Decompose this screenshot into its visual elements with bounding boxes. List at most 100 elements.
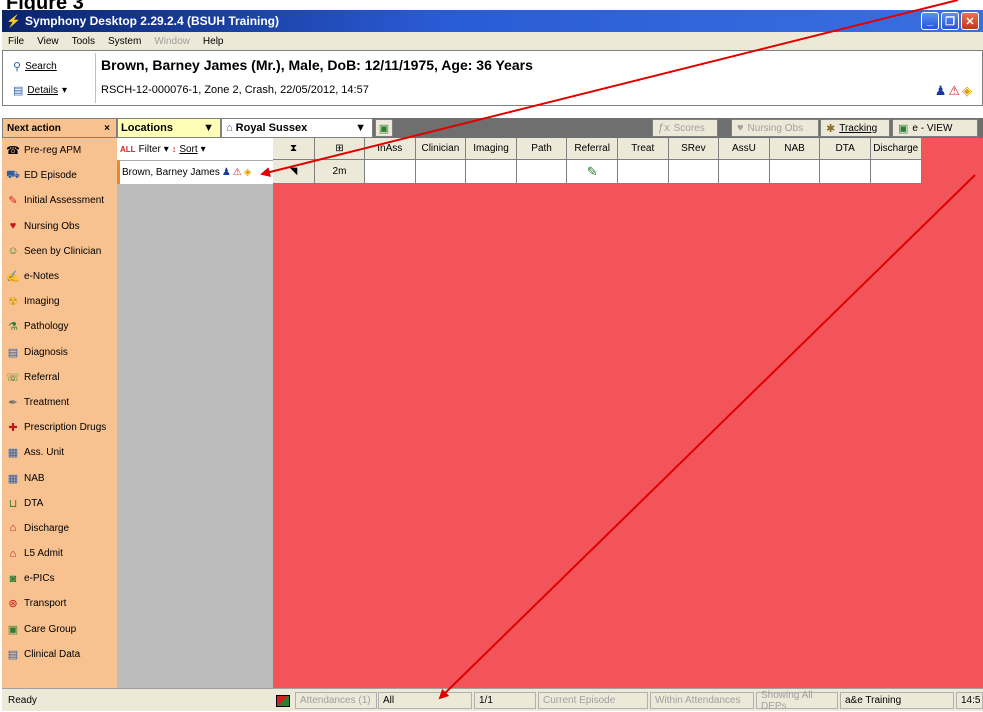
menu-file[interactable]: File: [8, 36, 24, 47]
chevron-down-icon[interactable]: ▾: [164, 144, 169, 155]
patient-row-name: Brown, Barney James: [122, 167, 220, 178]
grid-cell[interactable]: [719, 160, 770, 184]
locations-dropdown[interactable]: Locations ▼: [117, 118, 221, 138]
sidebar-item-ed-episode[interactable]: ⛟ ED Episode: [2, 163, 117, 188]
sidebar-item-label: e-PICs: [24, 573, 55, 585]
treatment-icon: ✒: [8, 396, 18, 409]
menu-help[interactable]: Help: [203, 36, 224, 47]
sidebar-item-e-pics[interactable]: ◙ e-PICs: [2, 566, 117, 591]
bed-column-header[interactable]: ⊞: [315, 138, 365, 160]
referral-cell[interactable]: ✎: [567, 160, 618, 184]
sidebar-item-e-notes[interactable]: ✍ e-Notes: [2, 264, 117, 289]
filter-button[interactable]: Filter: [139, 144, 161, 155]
warning-icon: ⚠: [232, 167, 242, 178]
sidebar-item-nursing-obs[interactable]: ♥ Nursing Obs: [2, 214, 117, 239]
sidebar-item-ass-unit[interactable]: ▦ Ass. Unit: [2, 440, 117, 465]
column-header[interactable]: SRev: [668, 138, 720, 160]
grid-cell[interactable]: [769, 160, 821, 184]
grid-cell[interactable]: [820, 160, 871, 184]
time-cell[interactable]: 2m: [315, 160, 365, 184]
diagnosis-icon: ▤: [7, 346, 19, 359]
grid-cell[interactable]: [668, 160, 720, 184]
column-header[interactable]: Treat: [617, 138, 669, 160]
notes-icon: ✍: [6, 271, 20, 284]
sidebar-item-care-group[interactable]: ▣ Care Group: [2, 617, 117, 642]
sidebar-item-label: DTA: [24, 497, 44, 509]
sidebar-item-label: Treatment: [24, 396, 70, 408]
scores-button[interactable]: ƒx Scores: [652, 119, 718, 137]
column-header[interactable]: Clinician: [415, 138, 467, 160]
all-filter-label[interactable]: ALL: [120, 145, 136, 154]
close-button[interactable]: ✕: [961, 12, 979, 30]
sidebar-item-label: ED Episode: [24, 170, 77, 182]
grid-cell[interactable]: [617, 160, 669, 184]
menu-window[interactable]: Window: [154, 36, 190, 47]
nursing-obs-label: Nursing Obs: [747, 122, 804, 134]
sidebar-item-label: Clinical Data: [24, 648, 81, 660]
patient-row[interactable]: Brown, Barney James ♟ ⚠ ◈: [117, 160, 273, 184]
sidebar-item-label: Transport: [24, 598, 67, 610]
column-header[interactable]: InAss: [365, 138, 416, 160]
app-icon: ⚡: [6, 14, 21, 28]
eview-button[interactable]: ▣ e - VIEW: [892, 119, 978, 137]
sidebar-item-treatment[interactable]: ✒ Treatment: [2, 390, 117, 415]
map-button[interactable]: ▣: [375, 119, 393, 137]
hourglass-column-header[interactable]: ⧗: [273, 138, 315, 160]
minimize-button[interactable]: _: [921, 12, 939, 30]
scores-icon: ƒx: [658, 122, 670, 134]
sidebar-item-clinical-data[interactable]: ▤ Clinical Data: [2, 642, 117, 667]
transport-icon: ⊛: [8, 598, 18, 611]
sidebar-item-l5-admit[interactable]: ⌂ L5 Admit: [2, 541, 117, 566]
sidebar-item-discharge[interactable]: ⌂ Discharge: [2, 516, 117, 541]
menu-tools[interactable]: Tools: [72, 36, 95, 47]
grid-cell[interactable]: [466, 160, 517, 184]
window-titlebar: ⚡ Symphony Desktop 2.29.2.4 (BSUH Traini…: [2, 10, 983, 32]
menu-bar: File View Tools System Window Help: [2, 32, 983, 50]
menu-view[interactable]: View: [37, 36, 59, 47]
search-button[interactable]: ⚲ Search: [9, 56, 93, 76]
sidebar-item-pre-reg-apm[interactable]: ☎ Pre-reg APM: [2, 138, 117, 163]
allergy-icon[interactable]: ◈: [962, 83, 972, 99]
arrival-cell[interactable]: ◥: [273, 160, 315, 184]
sort-button[interactable]: Sort: [179, 144, 197, 155]
sidebar-item-prescription-drugs[interactable]: ✚ Prescription Drugs: [2, 415, 117, 440]
status-ready: Ready: [8, 695, 37, 706]
site-dropdown[interactable]: ⌂ Royal Sussex ▼: [221, 118, 373, 138]
close-panel-button[interactable]: ×: [104, 123, 110, 134]
person-alert-icon[interactable]: ♟: [935, 83, 947, 99]
column-header[interactable]: DTA: [820, 138, 871, 160]
column-header[interactable]: Discharge: [870, 138, 922, 160]
window-controls: _ ❐ ✕: [921, 12, 979, 30]
column-header[interactable]: Path: [516, 138, 568, 160]
tracking-button[interactable]: ✱ Tracking: [820, 119, 890, 137]
tracking-grid: ⧗ ⊞ InAss Clinician Imaging Path Referra…: [273, 138, 983, 688]
sidebar-item-nab[interactable]: ▦ NAB: [2, 465, 117, 490]
details-button[interactable]: ▤ Details ▾: [9, 80, 93, 100]
sidebar-item-seen-by-clinician[interactable]: ☺ Seen by Clinician: [2, 239, 117, 264]
sidebar-item-transport[interactable]: ⊛ Transport: [2, 591, 117, 616]
chevron-down-icon[interactable]: ▾: [201, 144, 206, 155]
column-header[interactable]: NAB: [769, 138, 821, 160]
status-showing-all: Showing All DEPs: [756, 690, 838, 712]
grid-cell[interactable]: [516, 160, 568, 184]
sidebar-item-referral[interactable]: ☏ Referral: [2, 365, 117, 390]
locations-label: Locations: [121, 122, 173, 134]
column-header[interactable]: Referral: [567, 138, 618, 160]
sidebar-item-dta[interactable]: ⊔ DTA: [2, 491, 117, 516]
sidebar-item-pathology[interactable]: ⚗ Pathology: [2, 314, 117, 339]
warning-icon[interactable]: ⚠: [948, 83, 960, 99]
sidebar-item-initial-assessment[interactable]: ✎ Initial Assessment: [2, 188, 117, 213]
patient-banner: ⚲ Search ▤ Details ▾ Brown, Barney James…: [2, 50, 983, 106]
sidebar-item-diagnosis[interactable]: ▤ Diagnosis: [2, 340, 117, 365]
menu-system[interactable]: System: [108, 36, 141, 47]
sidebar-item-imaging[interactable]: ☢ Imaging: [2, 289, 117, 314]
restore-button[interactable]: ❐: [941, 12, 959, 30]
column-header[interactable]: Imaging: [466, 138, 517, 160]
grid-cell[interactable]: [870, 160, 922, 184]
tracking-icon: ✱: [826, 122, 836, 135]
bed-icon: ⊔: [8, 497, 18, 510]
nursing-obs-button[interactable]: ♥ Nursing Obs: [731, 119, 819, 137]
grid-cell[interactable]: [365, 160, 416, 184]
column-header[interactable]: AssU: [719, 138, 770, 160]
grid-cell[interactable]: [415, 160, 467, 184]
